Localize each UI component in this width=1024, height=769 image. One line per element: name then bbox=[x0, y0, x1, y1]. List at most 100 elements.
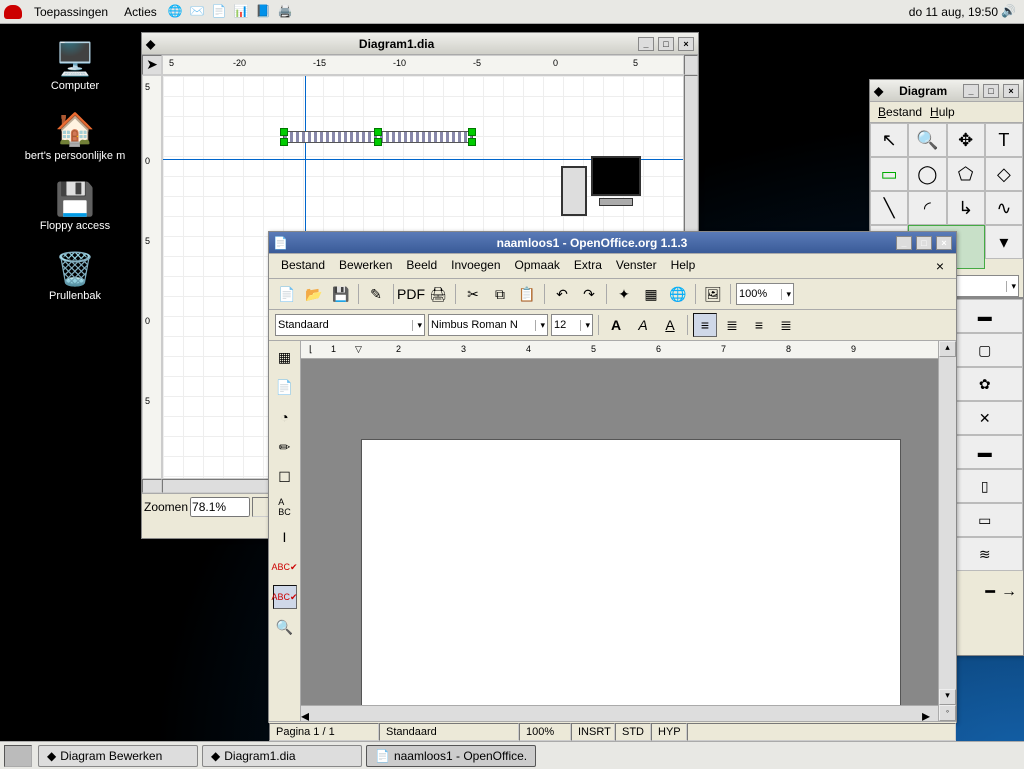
stylist-button[interactable]: ▦ bbox=[639, 282, 663, 306]
insert-fields-button[interactable]: 📄 bbox=[273, 375, 297, 399]
document-close-button[interactable]: × bbox=[930, 256, 950, 276]
insert-table-button[interactable]: ▦ bbox=[273, 345, 297, 369]
autotext-button[interactable]: ABC bbox=[273, 495, 297, 519]
align-left-button[interactable]: ≡ bbox=[693, 313, 717, 337]
workspace-switcher[interactable] bbox=[4, 745, 32, 767]
menu-window[interactable]: Venster bbox=[610, 256, 663, 276]
box-tool[interactable]: ▭ bbox=[870, 157, 908, 191]
oo-horizontal-scrollbar[interactable]: ◂▸ bbox=[301, 705, 938, 721]
stencil-item[interactable]: ≋ bbox=[947, 537, 1024, 571]
close-button[interactable]: × bbox=[1003, 84, 1019, 98]
stencil-item[interactable]: ✿ bbox=[947, 367, 1024, 401]
align-right-button[interactable]: ≡ bbox=[747, 313, 771, 337]
selected-shape[interactable] bbox=[283, 131, 473, 143]
more-tool[interactable]: ▾ bbox=[985, 225, 1023, 259]
find-button[interactable]: 🔍 bbox=[273, 615, 297, 639]
copy-button[interactable]: ⧉ bbox=[488, 282, 512, 306]
close-button[interactable]: × bbox=[936, 236, 952, 250]
redo-button[interactable]: ↷ bbox=[577, 282, 601, 306]
menu-view[interactable]: Beeld bbox=[400, 256, 443, 276]
menu-help[interactable]: Help bbox=[665, 256, 702, 276]
para-style-combo[interactable]: Standaard▾ bbox=[275, 314, 425, 336]
cut-button[interactable]: ✂ bbox=[461, 282, 485, 306]
align-center-button[interactable]: ≣ bbox=[720, 313, 744, 337]
toolbox-help-menu[interactable]: Hulp bbox=[930, 105, 955, 119]
paste-button[interactable]: 📋 bbox=[515, 282, 539, 306]
zoom-input[interactable] bbox=[190, 497, 250, 517]
line-style[interactable]: ━ bbox=[985, 582, 995, 602]
status-std[interactable]: STD bbox=[615, 723, 651, 741]
oo-titlebar[interactable]: 📄 naamloos1 - OpenOffice.org 1.1.3 _ □ × bbox=[269, 232, 956, 254]
minimize-button[interactable]: _ bbox=[963, 84, 979, 98]
oo-horizontal-ruler[interactable]: ⌊ 1 ▽ 2 3 4 5 6 7 8 9 bbox=[301, 341, 938, 359]
spellcheck-button[interactable]: ABC✔ bbox=[273, 555, 297, 579]
undo-button[interactable]: ↶ bbox=[550, 282, 574, 306]
bold-button[interactable]: A bbox=[604, 313, 628, 337]
ellipse-tool[interactable]: ◯ bbox=[908, 157, 946, 191]
align-justify-button[interactable]: ≣ bbox=[774, 313, 798, 337]
cursor-button[interactable]: I bbox=[273, 525, 297, 549]
zoom-tool[interactable]: 🔍 bbox=[908, 123, 946, 157]
arrow-style[interactable]: → bbox=[1001, 583, 1017, 601]
stencil-item[interactable]: ▯ bbox=[947, 469, 1024, 503]
zigzag-tool[interactable]: ↳ bbox=[947, 191, 985, 225]
menu-format[interactable]: Opmaak bbox=[509, 256, 566, 276]
task-diagram-edit[interactable]: ◆Diagram Bewerken bbox=[38, 745, 198, 767]
underline-button[interactable]: A bbox=[658, 313, 682, 337]
polyline-tool[interactable]: ∿ bbox=[985, 191, 1023, 225]
insert-draw-button[interactable]: ✏ bbox=[273, 435, 297, 459]
floppy-icon[interactable]: 💾Floppy access bbox=[20, 180, 130, 232]
oo-document-area[interactable] bbox=[301, 359, 938, 705]
close-button[interactable]: × bbox=[678, 37, 694, 51]
polygon-tool[interactable]: ⬠ bbox=[947, 157, 985, 191]
font-size-combo[interactable]: 12▾ bbox=[551, 314, 593, 336]
toolbox-titlebar[interactable]: ◆ Diagram _ □ × bbox=[870, 80, 1023, 102]
task-diagram1[interactable]: ◆Diagram1.dia bbox=[202, 745, 362, 767]
open-button[interactable]: 📂 bbox=[302, 282, 326, 306]
mail-launcher-icon[interactable]: ✉️ bbox=[190, 4, 206, 20]
arc-tool[interactable]: ◜ bbox=[908, 191, 946, 225]
form-button[interactable]: ☐ bbox=[273, 465, 297, 489]
stencil-item[interactable]: ▢ bbox=[947, 333, 1024, 367]
autospell-button[interactable]: ABC✔ bbox=[273, 585, 297, 609]
line-tool[interactable]: ╲ bbox=[870, 191, 908, 225]
pointer-tool[interactable]: ↖ bbox=[870, 123, 908, 157]
status-zoom[interactable]: 100% bbox=[519, 723, 571, 741]
pdf-button[interactable]: PDF bbox=[399, 282, 423, 306]
status-style[interactable]: Standaard bbox=[379, 723, 519, 741]
horizontal-ruler[interactable]: 5 -20 -15 -10 -5 0 5 bbox=[162, 55, 684, 75]
oo-page[interactable] bbox=[361, 439, 901, 705]
vscroll-up[interactable] bbox=[684, 55, 698, 75]
save-button[interactable]: 💾 bbox=[329, 282, 353, 306]
applications-menu[interactable]: Toepassingen bbox=[26, 3, 116, 21]
status-insert[interactable]: INSRT bbox=[571, 723, 615, 741]
actions-menu[interactable]: Acties bbox=[116, 3, 165, 21]
italic-button[interactable]: A bbox=[631, 313, 655, 337]
task-openoffice[interactable]: 📄naamloos1 - OpenOffice. bbox=[366, 745, 536, 767]
minimize-button[interactable]: _ bbox=[638, 37, 654, 51]
print-button[interactable]: 🖨 bbox=[426, 282, 450, 306]
edit-button[interactable]: ✎ bbox=[364, 282, 388, 306]
oo-vertical-scrollbar[interactable]: ▴▾ ◦ bbox=[938, 341, 956, 721]
stencil-item[interactable]: ▬ bbox=[947, 435, 1024, 469]
computer-stencil[interactable] bbox=[561, 156, 643, 224]
writer-launcher-icon[interactable]: 📄 bbox=[212, 4, 228, 20]
text-tool[interactable]: T bbox=[985, 123, 1023, 157]
menu-edit[interactable]: Bewerken bbox=[333, 256, 398, 276]
impress-launcher-icon[interactable]: 📊 bbox=[234, 4, 250, 20]
computer-icon[interactable]: 🖥️Computer bbox=[20, 40, 130, 92]
browser-launcher-icon[interactable]: 🌐 bbox=[168, 4, 184, 20]
vertical-ruler[interactable]: 5 0 5 0 5 bbox=[142, 75, 162, 479]
zoom-combo[interactable]: 100%▾ bbox=[736, 283, 794, 305]
ruler-origin-button[interactable]: ➤ bbox=[142, 55, 162, 75]
status-hyp[interactable]: HYP bbox=[651, 723, 687, 741]
menu-insert[interactable]: Invoegen bbox=[445, 256, 506, 276]
stencil-item[interactable]: ▬ bbox=[947, 299, 1024, 333]
print-launcher-icon[interactable]: 🖨️ bbox=[278, 4, 294, 20]
scroll-tool[interactable]: ✥ bbox=[947, 123, 985, 157]
maximize-button[interactable]: □ bbox=[658, 37, 674, 51]
clock[interactable]: do 11 aug, 19:50 bbox=[909, 5, 998, 19]
insert-object-button[interactable]: ◔ bbox=[273, 405, 297, 429]
dia-titlebar[interactable]: ◆ Diagram1.dia _ □ × bbox=[142, 33, 698, 55]
stencil-item[interactable]: ▭ bbox=[947, 503, 1024, 537]
